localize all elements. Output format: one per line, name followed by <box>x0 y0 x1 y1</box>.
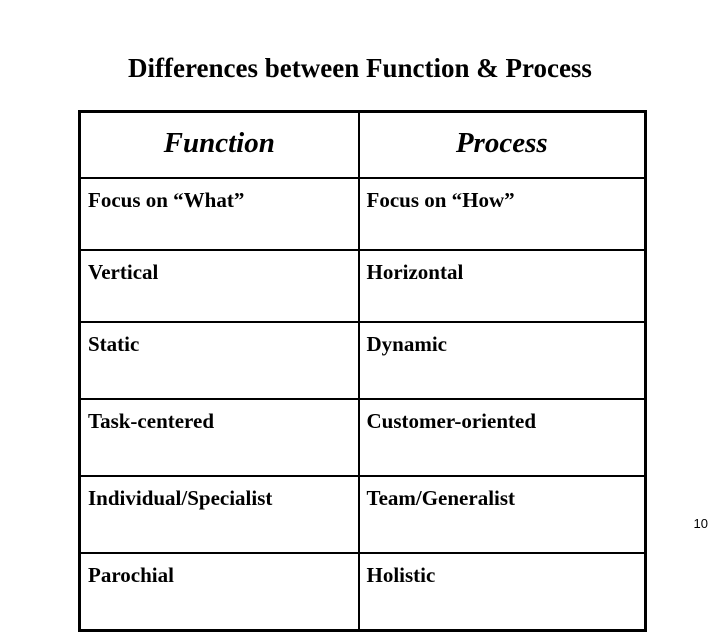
cell-function: Task-centered <box>78 398 360 477</box>
cell-process: Team/Generalist <box>357 475 647 554</box>
cell-process: Horizontal <box>357 249 647 323</box>
table-row: Task-centered Customer-oriented <box>78 398 647 477</box>
page-number: 10 <box>693 516 708 531</box>
table-row: Parochial Holistic <box>78 552 647 632</box>
table-row: Individual/Specialist Team/Generalist <box>78 475 647 554</box>
page-title: Differences between Function & Process <box>128 53 592 83</box>
table-row: Vertical Horizontal <box>78 249 647 323</box>
cell-function: Individual/Specialist <box>78 475 360 554</box>
column-header-process: Process <box>357 110 647 179</box>
column-header-function: Function <box>78 110 360 179</box>
cell-function: Static <box>78 321 360 400</box>
cell-process: Customer-oriented <box>357 398 647 477</box>
table-row: Static Dynamic <box>78 321 647 400</box>
cell-function: Focus on “What” <box>78 177 360 251</box>
cell-process: Focus on “How” <box>357 177 647 251</box>
cell-function: Vertical <box>78 249 360 323</box>
table-header-row: Function Process <box>78 110 647 179</box>
slide: Differences between Function & Process F… <box>0 0 720 632</box>
cell-function: Parochial <box>78 552 360 632</box>
comparison-table: Function Process Focus on “What” Focus o… <box>78 110 647 632</box>
cell-process: Dynamic <box>357 321 647 400</box>
table-row: Focus on “What” Focus on “How” <box>78 177 647 251</box>
cell-process: Holistic <box>357 552 647 632</box>
